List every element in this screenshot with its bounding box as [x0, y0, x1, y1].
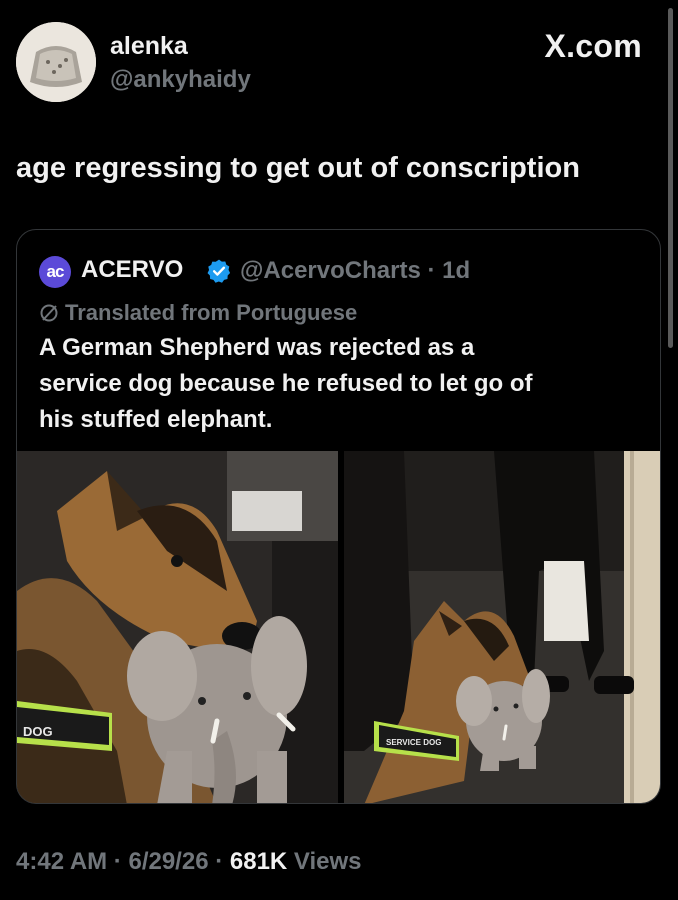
avatar-image: [16, 22, 96, 102]
quoted-text-line: his stuffed elephant.: [39, 406, 273, 433]
vest-text: DOG: [23, 724, 53, 739]
dog-station-image: SERVICE DOG: [344, 451, 660, 803]
display-name[interactable]: alenka: [110, 32, 188, 61]
author-handle[interactable]: @ankyhaidy: [110, 66, 251, 94]
quoted-text-line: service dog because he refused to let go…: [39, 370, 533, 397]
views-count[interactable]: 681K: [230, 848, 287, 875]
acervo-logo-icon[interactable]: ac: [39, 256, 71, 288]
translation-label: Translated from Portuguese: [65, 300, 358, 325]
dog-closeup-image: DOG: [17, 451, 338, 803]
acervo-logo-text: ac: [46, 262, 65, 281]
avatar[interactable]: [16, 22, 96, 102]
tweet-text: age regressing to get out of conscriptio…: [16, 152, 580, 184]
translation-note[interactable]: Translated from Portuguese: [39, 300, 357, 326]
scrollbar[interactable]: [668, 8, 673, 348]
globe-slash-icon: [40, 304, 58, 322]
separator: ·: [208, 848, 230, 875]
quoted-media[interactable]: DOG SERVICE DOG: [17, 451, 660, 803]
quoted-author-name[interactable]: ACERVO: [81, 256, 183, 284]
quoted-tweet-text: A German Shepherd was rejected as a serv…: [39, 330, 639, 438]
quoted-text-line: A German Shepherd was rejected as a: [39, 334, 475, 361]
tweet-meta: 4:42 AM · 6/29/26 · 681K Views: [16, 848, 362, 876]
post-time[interactable]: 4:42 AM: [16, 848, 107, 875]
vest-text: SERVICE DOG: [386, 738, 441, 747]
views-label: Views: [287, 848, 362, 875]
x-brand-logo: X.com: [544, 28, 642, 64]
photo-dog-station[interactable]: SERVICE DOG: [344, 451, 660, 803]
verified-badge-icon: [207, 259, 231, 283]
photo-dog-closeup[interactable]: DOG: [17, 451, 338, 803]
post-date[interactable]: 6/29/26: [128, 848, 208, 875]
separator: ·: [107, 848, 129, 875]
quoted-handle-time[interactable]: @AcervoCharts · 1d: [240, 257, 470, 285]
quoted-tweet[interactable]: ac ACERVO @AcervoCharts · 1d Translated …: [16, 229, 661, 804]
